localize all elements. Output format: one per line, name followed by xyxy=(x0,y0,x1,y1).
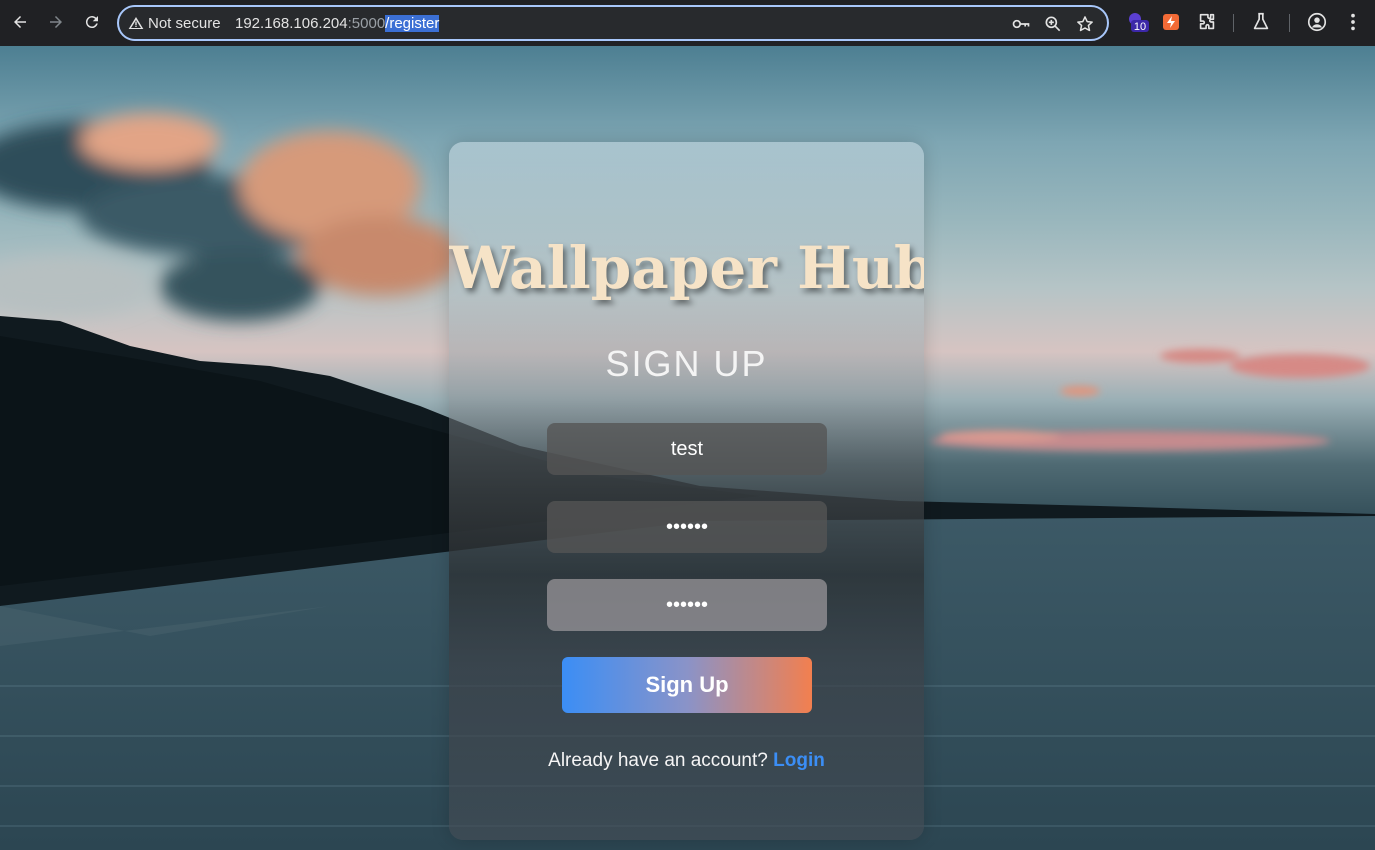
form-heading: SIGN UP xyxy=(605,343,768,384)
password-field[interactable] xyxy=(547,501,827,553)
key-icon xyxy=(1012,19,1030,29)
url-text[interactable]: 192.168.106.204:5000/register xyxy=(235,15,440,32)
reload-icon xyxy=(85,16,98,29)
star-icon xyxy=(1077,16,1093,32)
sign-up-button[interactable]: Sign Up xyxy=(562,657,812,713)
warning-icon[interactable] xyxy=(128,15,144,31)
url-path: /register xyxy=(385,15,440,32)
bolt-extension-button[interactable] xyxy=(1160,11,1182,33)
extension-badge-icon: 10 xyxy=(1129,13,1149,33)
login-link[interactable]: Login xyxy=(773,750,825,771)
bookmark-button[interactable] xyxy=(1075,14,1095,34)
flask-icon xyxy=(1253,12,1269,30)
menu-button[interactable] xyxy=(1342,11,1364,33)
forward-arrow-icon xyxy=(50,16,62,28)
address-bar[interactable]: Not secure 192.168.106.204:5000/register xyxy=(117,5,1109,41)
url-port: :5000 xyxy=(347,15,386,32)
security-label[interactable]: Not secure xyxy=(148,15,221,32)
username-field[interactable] xyxy=(547,423,827,475)
profile-icon xyxy=(1307,12,1327,32)
url-host: 192.168.106.204 xyxy=(235,15,348,32)
page-viewport: Wallpaper Hub SIGN UP Sign Up Already ha… xyxy=(0,46,1375,850)
extensions-button[interactable] xyxy=(1196,11,1218,33)
toolbar-divider xyxy=(1289,14,1290,32)
forward-button[interactable] xyxy=(41,7,71,37)
confirm-password-field[interactable] xyxy=(547,579,827,631)
signup-card: Wallpaper Hub SIGN UP Sign Up Already ha… xyxy=(449,142,924,840)
reload-button[interactable] xyxy=(77,7,107,37)
app-title: Wallpaper Hub xyxy=(449,234,924,302)
profile-button[interactable] xyxy=(1306,11,1328,33)
bolt-icon xyxy=(1163,14,1179,30)
browser-toolbar: Not secure 192.168.106.204:5000/register… xyxy=(0,0,1375,46)
login-prompt-text: Already have an account? xyxy=(548,750,768,771)
login-prompt-line: Already have an account? Login xyxy=(449,750,924,772)
extension-icon xyxy=(1199,13,1215,30)
password-key-button[interactable] xyxy=(1011,14,1031,34)
menu-icon xyxy=(1351,13,1355,31)
zoom-icon xyxy=(1045,16,1061,32)
extension-badge-count: 10 xyxy=(1134,21,1146,33)
back-button[interactable] xyxy=(5,7,35,37)
toolbar-divider xyxy=(1233,14,1234,32)
back-arrow-icon xyxy=(14,16,26,28)
zoom-button[interactable] xyxy=(1043,14,1063,34)
labs-button[interactable] xyxy=(1250,11,1272,33)
extension-counter-button[interactable]: 10 xyxy=(1127,11,1149,33)
